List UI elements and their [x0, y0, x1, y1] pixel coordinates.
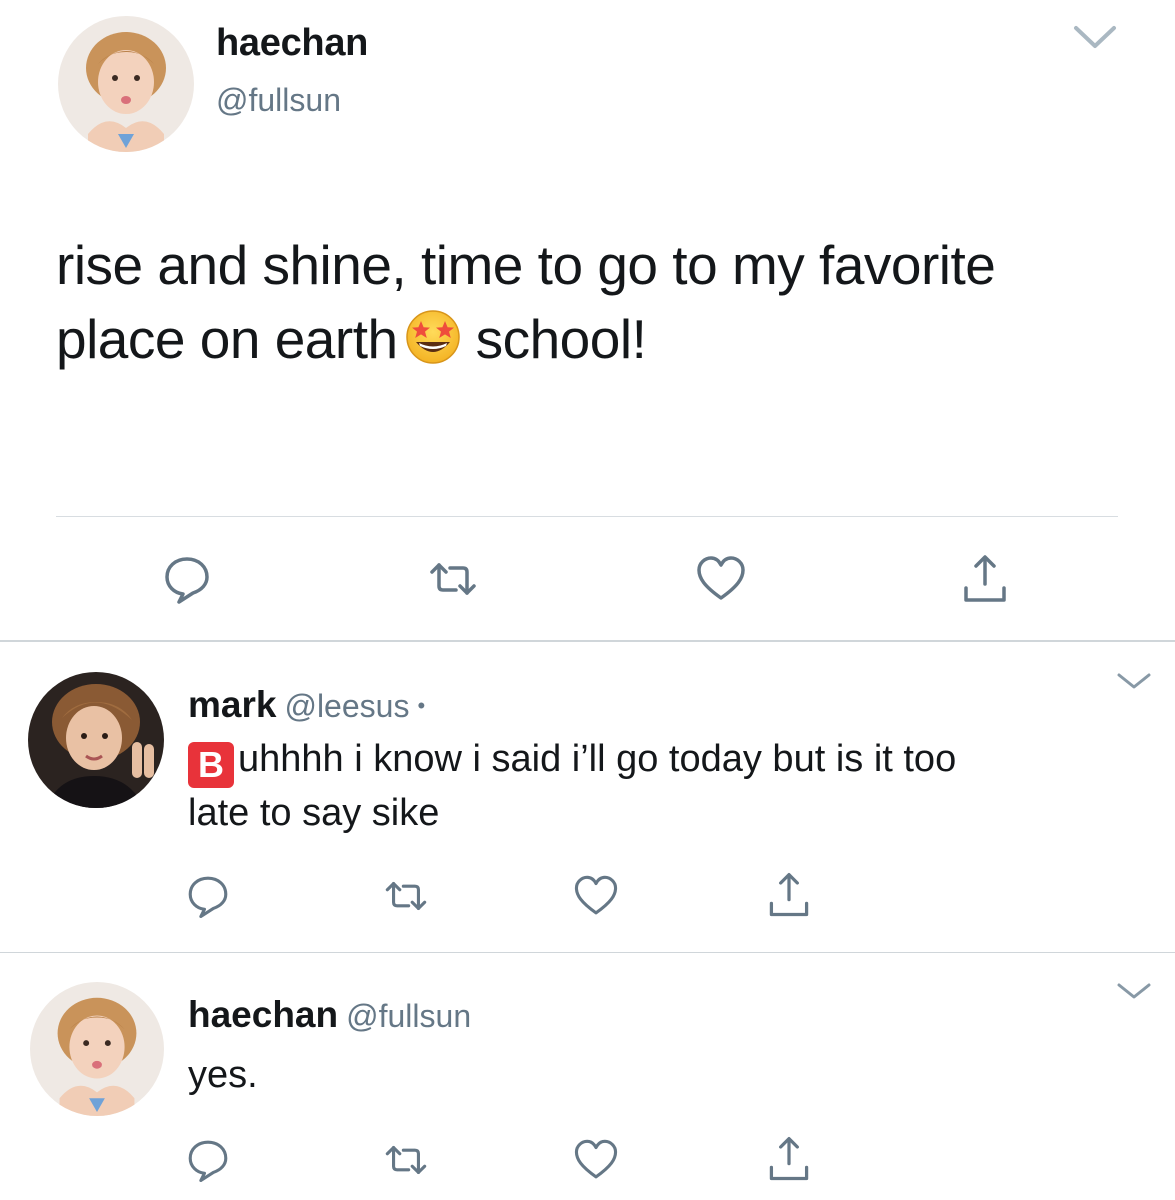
like-icon[interactable] — [694, 552, 748, 606]
reply-handle[interactable]: @leesus — [284, 688, 409, 724]
avatar-mark[interactable] — [28, 672, 164, 808]
section-divider — [0, 640, 1175, 642]
reply-icon[interactable] — [184, 1136, 232, 1184]
avatar-haechan[interactable] — [58, 16, 194, 152]
main-tweet-divider — [56, 516, 1118, 517]
share-icon[interactable] — [764, 870, 814, 920]
section-divider — [0, 952, 1175, 953]
main-tweet-display-name[interactable]: haechan — [216, 22, 368, 65]
share-icon[interactable] — [958, 552, 1012, 606]
chevron-down-icon[interactable] — [1116, 670, 1152, 692]
main-tweet-text-line2-after: school! — [475, 308, 647, 370]
reply-separator-dot: • — [417, 693, 426, 718]
reply-text-line2: late to say sike — [188, 792, 440, 834]
avatar-haechan[interactable] — [30, 982, 164, 1116]
chevron-down-icon[interactable] — [1072, 22, 1118, 52]
retweet-icon[interactable] — [426, 552, 480, 606]
reply-text: Buhhhh i know i said i’ll go today but i… — [188, 734, 1148, 838]
like-icon[interactable] — [572, 872, 620, 920]
main-tweet-text-line2-before: place on earth — [56, 308, 398, 370]
reply-header: mark @leesus • — [188, 684, 425, 726]
reply-header: haechan @fullsun — [188, 994, 471, 1036]
main-tweet-handle[interactable]: @fullsun — [216, 82, 341, 119]
main-tweet-text: rise and shine, time to go to my favorit… — [56, 228, 1136, 376]
like-icon[interactable] — [572, 1136, 620, 1184]
b-button-emoji-icon: B — [188, 742, 234, 788]
retweet-icon[interactable] — [382, 1136, 430, 1184]
reply-icon[interactable] — [160, 552, 214, 606]
reply-text-line1: uhhhh i know i said i’ll go today but is… — [238, 738, 957, 780]
share-icon[interactable] — [764, 1134, 814, 1184]
reply-icon[interactable] — [184, 872, 232, 920]
main-tweet-text-line1: rise and shine, time to go to my favorit… — [56, 234, 996, 296]
reply-text: yes. — [188, 1054, 258, 1096]
reply-handle[interactable]: @fullsun — [346, 998, 471, 1034]
chevron-down-icon[interactable] — [1116, 980, 1152, 1002]
retweet-icon[interactable] — [382, 872, 430, 920]
reply-display-name[interactable]: mark — [188, 684, 276, 725]
star-struck-emoji-icon — [404, 308, 462, 366]
reply-display-name[interactable]: haechan — [188, 994, 338, 1035]
